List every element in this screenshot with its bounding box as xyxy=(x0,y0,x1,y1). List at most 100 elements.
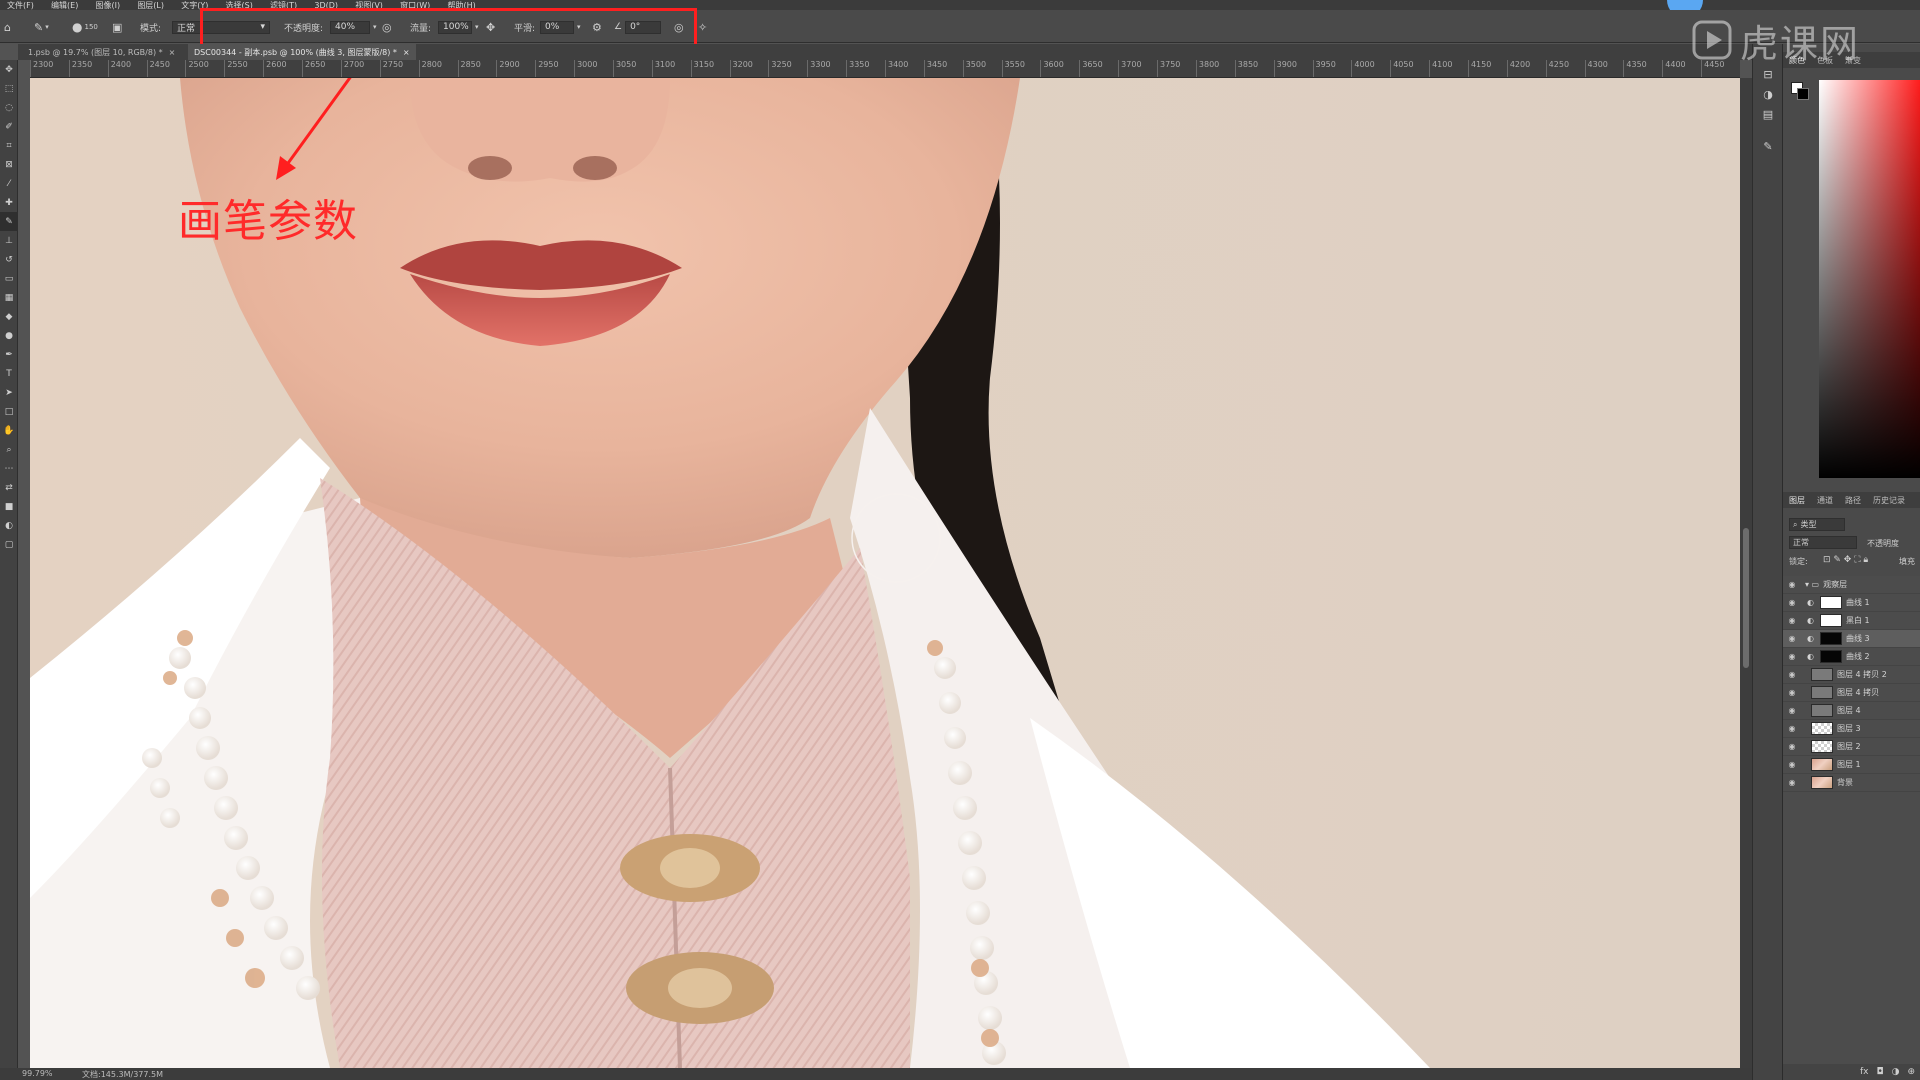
eye-icon[interactable]: ◉ xyxy=(1785,652,1799,661)
quick-mask-icon[interactable]: ◐ xyxy=(0,516,18,535)
brush-settings-icon[interactable]: ✎ xyxy=(1753,136,1783,156)
layer-row[interactable]: ◉ 图层 3 xyxy=(1783,720,1920,738)
ruler-tick: 2800 xyxy=(418,60,442,77)
eye-icon[interactable]: ◉ xyxy=(1785,706,1799,715)
eyedropper-tool-icon[interactable]: ⁄ xyxy=(0,174,18,193)
background-color-swatch[interactable] xyxy=(1797,88,1809,100)
eye-icon[interactable]: ◉ xyxy=(1785,688,1799,697)
crop-tool-icon[interactable]: ⌗ xyxy=(0,136,18,155)
type-tool-icon[interactable]: T xyxy=(0,364,18,383)
dodge-tool-icon[interactable]: ● xyxy=(0,326,18,345)
layer-row[interactable]: ◉ ◐ 曲线 3 xyxy=(1783,630,1920,648)
eye-icon[interactable]: ◉ xyxy=(1785,742,1799,751)
frame-tool-icon[interactable]: ⊠ xyxy=(0,155,18,174)
layer-filter-select[interactable]: ⌕ 类型 xyxy=(1789,518,1845,531)
vertical-scrollbar[interactable] xyxy=(1740,78,1752,1068)
marquee-tool-icon[interactable]: ⬚ xyxy=(0,79,18,98)
add-mask-icon[interactable]: ◘ xyxy=(1876,1067,1883,1077)
screen-mode-icon[interactable]: ▢ xyxy=(0,535,18,554)
tab-paths[interactable]: 路径 xyxy=(1839,495,1867,506)
brush-settings-icon[interactable]: ▣ xyxy=(112,20,122,34)
brush-tool-icon[interactable]: ✎ ▾ xyxy=(34,20,49,34)
ruler-tick: 3150 xyxy=(690,60,714,77)
layer-style-fx-icon[interactable]: fx xyxy=(1860,1067,1869,1077)
brush-preset-picker[interactable]: ● 150 xyxy=(72,20,98,34)
healing-brush-tool-icon[interactable]: ✚ xyxy=(0,193,18,212)
adjustments-icon[interactable]: ◑ xyxy=(1753,84,1783,104)
eraser-tool-icon[interactable]: ▭ xyxy=(0,269,18,288)
close-icon[interactable]: × xyxy=(403,48,410,57)
tab-layers[interactable]: 图层 xyxy=(1783,495,1811,506)
layer-row[interactable]: ◉ 图层 4 拷贝 xyxy=(1783,684,1920,702)
layer-thumbnail xyxy=(1811,722,1833,735)
tab-channels[interactable]: 通道 xyxy=(1811,495,1839,506)
color-picker-field[interactable] xyxy=(1819,80,1920,478)
ruler-tick: 2450 xyxy=(146,60,170,77)
eye-icon[interactable]: ◉ xyxy=(1785,580,1799,589)
tab-history[interactable]: 历史记录 xyxy=(1867,495,1911,506)
eye-icon[interactable]: ◉ xyxy=(1785,760,1799,769)
new-adjustment-icon[interactable]: ◑ xyxy=(1892,1067,1900,1077)
color-swap-icon[interactable]: ⇄ xyxy=(0,478,18,497)
ruler-tick: 3200 xyxy=(729,60,753,77)
zoom-level[interactable]: 99.79% xyxy=(22,1069,53,1078)
eye-icon[interactable]: ◉ xyxy=(1785,616,1799,625)
gradient-tool-icon[interactable]: ▦ xyxy=(0,288,18,307)
properties-icon[interactable]: ▤ xyxy=(1753,104,1783,124)
status-bar: 99.79% 文档:145.3M/377.5M xyxy=(0,1068,1752,1080)
eye-icon[interactable]: ◉ xyxy=(1785,778,1799,787)
history-brush-tool-icon[interactable]: ↺ xyxy=(0,250,18,269)
home-icon[interactable]: ⌂ xyxy=(4,20,11,34)
layer-row[interactable]: ◉ 图层 1 xyxy=(1783,756,1920,774)
symmetry-icon[interactable]: ✧ xyxy=(698,20,707,34)
ruler-tick: 3100 xyxy=(651,60,675,77)
layers-list: ◉ ▾ ▭ 观察层 ◉ ◐ 曲线 1 ◉ ◐ 黑白 1 ◉ ◐ 曲线 3 ◉ ◐ 曲线 2 ◉ 图层 4 拷贝 … xyxy=(1783,576,1920,1080)
zoom-tool-icon[interactable]: ⌕ xyxy=(0,440,18,459)
folder-icon[interactable]: ▾ ▭ xyxy=(1805,580,1819,589)
adjustment-icon: ◐ xyxy=(1807,652,1814,661)
ruler-tick: 3450 xyxy=(923,60,947,77)
brush-tool-icon[interactable]: ✎ xyxy=(0,212,18,231)
ruler-tick: 2600 xyxy=(263,60,287,77)
path-select-tool-icon[interactable]: ➤ xyxy=(0,383,18,402)
blur-tool-icon[interactable]: ◆ xyxy=(0,307,18,326)
layer-thumbnail xyxy=(1811,686,1833,699)
layer-row[interactable]: ◉ 图层 2 xyxy=(1783,738,1920,756)
menu-layer[interactable]: 图层(L) xyxy=(130,1,171,10)
layer-row[interactable]: ◉ ◐ 黑白 1 xyxy=(1783,612,1920,630)
lasso-tool-icon[interactable]: ◌ xyxy=(0,98,18,117)
layer-row[interactable]: ◉ ◐ 曲线 1 xyxy=(1783,594,1920,612)
close-icon[interactable]: × xyxy=(169,48,176,57)
rectangle-tool-icon[interactable]: □ xyxy=(0,402,18,421)
layer-row[interactable]: ◉ 图层 4 拷贝 2 xyxy=(1783,666,1920,684)
new-layer-icon[interactable]: ⊕ xyxy=(1907,1067,1915,1077)
tab-document-2[interactable]: DSC00344 - 副本.psb @ 100% (曲线 3, 图层蒙版/8) … xyxy=(188,44,416,60)
menu-image[interactable]: 图像(I) xyxy=(89,1,128,10)
more-tools-icon[interactable]: ⋯ xyxy=(0,459,18,478)
layer-row[interactable]: ◉ 背景 xyxy=(1783,774,1920,792)
ruler-tick: 3850 xyxy=(1234,60,1258,77)
pen-tool-icon[interactable]: ✒ xyxy=(0,345,18,364)
right-panel: 颜色 色板 渐变 图层 通道 路径 历史记录 ⌕ 类型 正常 不透明度 锁定: … xyxy=(1782,44,1920,1080)
tab-document-1[interactable]: 1.psb @ 19.7% (图层 10, RGB/8) * × xyxy=(22,44,181,60)
layer-row[interactable]: ◉ ◐ 曲线 2 xyxy=(1783,648,1920,666)
hand-tool-icon[interactable]: ✋ xyxy=(0,421,18,440)
move-tool-icon[interactable]: ✥ xyxy=(0,60,18,79)
layer-name: 曲线 1 xyxy=(1845,598,1870,607)
layer-row[interactable]: ◉ ▾ ▭ 观察层 xyxy=(1783,576,1920,594)
menu-edit[interactable]: 编辑(E) xyxy=(44,1,85,10)
eye-icon[interactable]: ◉ xyxy=(1785,634,1799,643)
eye-icon[interactable]: ◉ xyxy=(1785,598,1799,607)
foreground-background-swatch[interactable]: ■ xyxy=(0,497,18,516)
layer-row[interactable]: ◉ 图层 4 xyxy=(1783,702,1920,720)
scrollbar-thumb[interactable] xyxy=(1743,528,1749,668)
eye-icon[interactable]: ◉ xyxy=(1785,670,1799,679)
ruler-tick: 4200 xyxy=(1506,60,1530,77)
clone-stamp-tool-icon[interactable]: ⊥ xyxy=(0,231,18,250)
menu-file[interactable]: 文件(F) xyxy=(0,1,41,10)
blend-mode-select[interactable]: 正常 xyxy=(1789,536,1857,549)
eye-icon[interactable]: ◉ xyxy=(1785,724,1799,733)
layer-thumbnail xyxy=(1811,776,1833,789)
lock-icon[interactable]: ⊡ ✎ ✥ ⛶ 🔒︎ xyxy=(1823,555,1868,565)
quick-select-tool-icon[interactable]: ✐ xyxy=(0,117,18,136)
